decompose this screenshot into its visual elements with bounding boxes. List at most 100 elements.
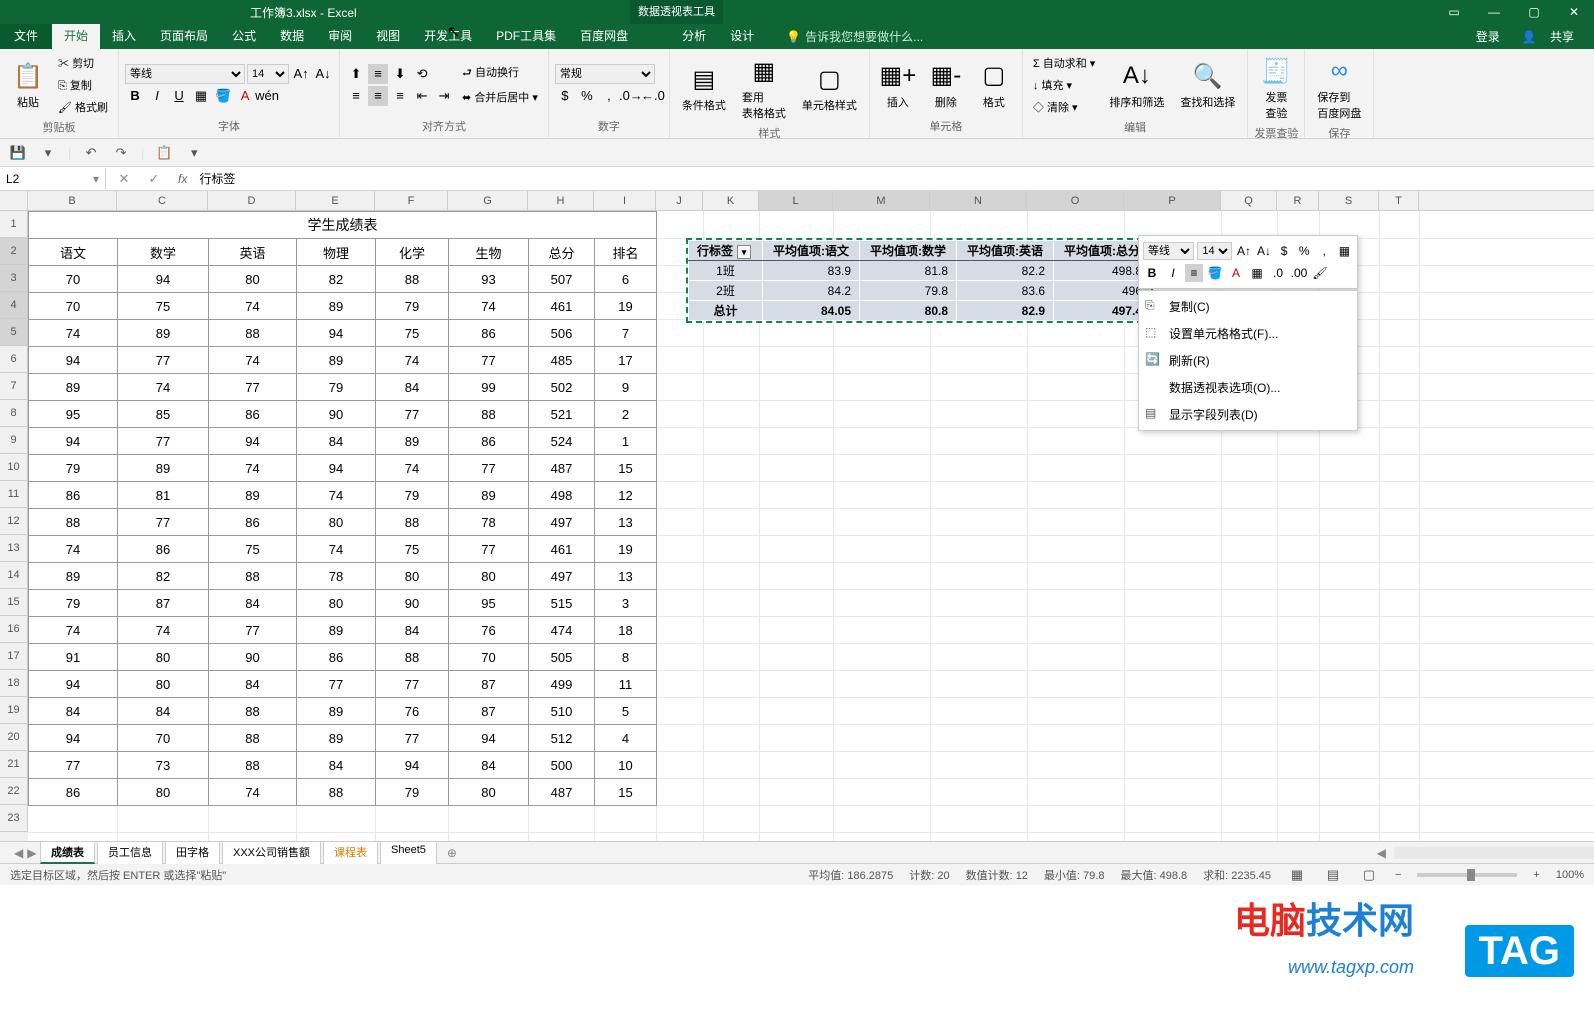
data-cell[interactable]: 87 (449, 698, 529, 725)
row-header-5[interactable]: 5 (0, 319, 28, 346)
find-select-button[interactable]: 🔍查找和选择 (1174, 58, 1241, 112)
col-header-I[interactable]: I (594, 191, 656, 210)
data-cell[interactable]: 70 (449, 644, 529, 671)
data-cell[interactable]: 80 (297, 509, 376, 536)
data-cell[interactable]: 73 (118, 752, 209, 779)
pivot-total-cell[interactable]: 80.8 (860, 301, 957, 321)
col-header-N[interactable]: N (930, 191, 1027, 210)
zoom-in-icon[interactable]: + (1533, 869, 1539, 881)
tab-file[interactable]: 文件 (0, 24, 52, 49)
inc-decimal-icon[interactable]: .0→ (621, 86, 641, 106)
row-header-7[interactable]: 7 (0, 373, 28, 400)
data-cell[interactable]: 90 (297, 401, 376, 428)
hscrollbar[interactable] (1394, 847, 1594, 859)
col-header-L[interactable]: L (759, 191, 833, 210)
row-header-10[interactable]: 10 (0, 454, 28, 481)
pivot-header[interactable]: 平均值项:英语 (957, 241, 1054, 261)
data-cell[interactable]: 497 (529, 563, 595, 590)
data-cell[interactable]: 89 (297, 617, 376, 644)
pivot-cell[interactable]: 83.6 (957, 281, 1054, 301)
add-sheet-button[interactable]: ⊕ (439, 846, 465, 860)
mini-font-color-icon[interactable]: A (1227, 264, 1245, 282)
col-header-O[interactable]: O (1027, 191, 1124, 210)
row-header-12[interactable]: 12 (0, 508, 28, 535)
pivot-cell[interactable]: 79.8 (860, 281, 957, 301)
font-name-select[interactable]: 等线 (125, 64, 245, 84)
col-header-B[interactable]: B (28, 191, 117, 210)
data-cell[interactable]: 74 (209, 347, 297, 374)
data-cell[interactable]: 84 (449, 752, 529, 779)
tab-analyze[interactable]: 分析 (670, 24, 718, 49)
tab-baidu[interactable]: 百度网盘 (568, 24, 640, 49)
data-cell[interactable]: 89 (449, 482, 529, 509)
data-cell[interactable]: 510 (529, 698, 595, 725)
mini-size-select[interactable]: 14 (1197, 242, 1232, 260)
mini-border-icon[interactable]: ▦ (1248, 264, 1266, 282)
sheet-tab-1[interactable]: 员工信息 (97, 841, 163, 864)
data-cell[interactable]: 506 (529, 320, 595, 347)
data-cell[interactable]: 95 (449, 590, 529, 617)
data-cell[interactable]: 94 (29, 428, 118, 455)
data-cell[interactable]: 75 (209, 536, 297, 563)
qat-more2-icon[interactable]: ▾ (184, 143, 204, 163)
redo-icon[interactable]: ↷ (111, 143, 131, 163)
mini-dec-font-icon[interactable]: A↓ (1256, 242, 1273, 260)
data-cell[interactable]: 5 (595, 698, 657, 725)
qat-paste-icon[interactable]: 📋 (154, 143, 174, 163)
font-size-select[interactable]: 14 (247, 64, 289, 84)
data-cell[interactable]: 74 (376, 455, 449, 482)
pivot-cell[interactable]: 82.2 (957, 261, 1054, 281)
data-cell[interactable]: 89 (118, 320, 209, 347)
data-cell[interactable]: 88 (209, 725, 297, 752)
data-cell[interactable]: 79 (376, 779, 449, 806)
data-cell[interactable]: 12 (595, 482, 657, 509)
table-styles-button[interactable]: ▦套用 表格格式 (736, 53, 792, 123)
mini-percent-icon[interactable]: % (1296, 242, 1313, 260)
data-cell[interactable]: 461 (529, 293, 595, 320)
baidu-save-button[interactable]: ∞保存到 百度网盘 (1311, 53, 1367, 123)
row-header-16[interactable]: 16 (0, 616, 28, 643)
data-cell[interactable]: 77 (209, 374, 297, 401)
col-header-C[interactable]: C (117, 191, 208, 210)
pivot-cell[interactable]: 496 (1054, 281, 1151, 301)
data-cell[interactable]: 94 (209, 428, 297, 455)
border-button[interactable]: ▦ (191, 86, 211, 106)
pivot-cell[interactable]: 2班 (689, 281, 763, 301)
menu-pivot-options[interactable]: 数据透视表选项(O)... (1139, 374, 1357, 401)
pivot-total-cell[interactable]: 总计 (689, 301, 763, 321)
data-cell[interactable]: 86 (29, 779, 118, 806)
undo-icon[interactable]: ↶ (81, 143, 101, 163)
menu-refresh[interactable]: 🔄刷新(R) (1139, 347, 1357, 374)
data-cell[interactable]: 74 (118, 374, 209, 401)
data-cell[interactable]: 86 (209, 509, 297, 536)
row-header-15[interactable]: 15 (0, 589, 28, 616)
data-cell[interactable]: 89 (29, 563, 118, 590)
sheet-tab-2[interactable]: 田字格 (165, 841, 220, 864)
indent-dec-icon[interactable]: ⇤ (412, 86, 432, 106)
fill-button[interactable]: ↓ 填充 ▾ (1029, 75, 1099, 95)
close-icon[interactable]: ✕ (1554, 5, 1594, 19)
clear-button[interactable]: ◇ 清除 ▾ (1029, 97, 1099, 117)
row-header-4[interactable]: 4 (0, 292, 28, 319)
data-cell[interactable]: 74 (297, 536, 376, 563)
row-header-1[interactable]: 1 (0, 211, 28, 238)
pivot-cell[interactable]: 81.8 (860, 261, 957, 281)
data-cell[interactable]: 2 (595, 401, 657, 428)
data-cell[interactable]: 89 (29, 374, 118, 401)
login-button[interactable]: 登录 (1466, 28, 1510, 45)
pivot-cell[interactable]: 1班 (689, 261, 763, 281)
menu-format-cells[interactable]: ⬚设置单元格格式(F)... (1139, 320, 1357, 347)
col-header-S[interactable]: S (1319, 191, 1379, 210)
data-cell[interactable]: 77 (449, 455, 529, 482)
data-cell[interactable]: 87 (449, 671, 529, 698)
data-cell[interactable]: 76 (449, 617, 529, 644)
minimize-icon[interactable]: — (1474, 5, 1514, 19)
data-cell[interactable]: 74 (449, 293, 529, 320)
row-header-22[interactable]: 22 (0, 778, 28, 805)
align-left-icon[interactable]: ≡ (346, 86, 366, 106)
currency-icon[interactable]: $ (555, 86, 575, 106)
hscroll-left-icon[interactable]: ◀ (1369, 846, 1394, 860)
col-header-cell[interactable]: 排名 (595, 239, 657, 266)
sheet-tab-0[interactable]: 成绩表 (40, 841, 95, 864)
data-cell[interactable]: 77 (449, 347, 529, 374)
